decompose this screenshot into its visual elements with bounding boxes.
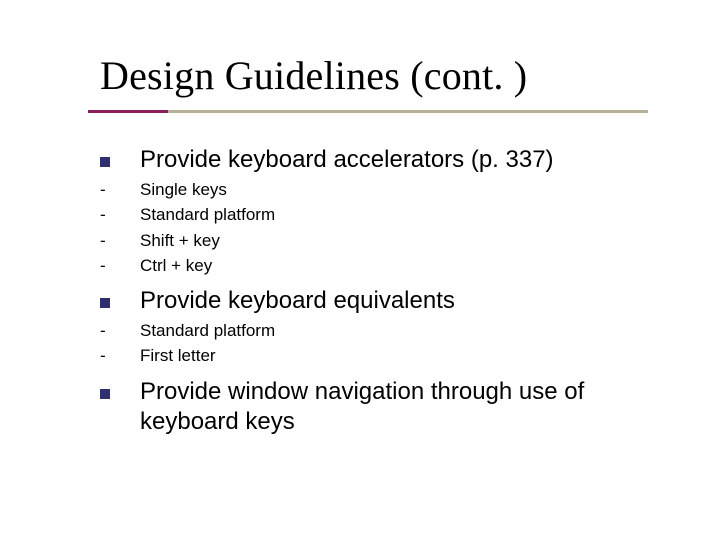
dash-bullet-icon: - <box>100 345 140 366</box>
square-bullet-icon <box>100 286 140 308</box>
list-item-text: First letter <box>140 345 216 366</box>
list-item-text: Shift + key <box>140 230 220 251</box>
list-item-text: Single keys <box>140 179 227 200</box>
list-item: - First letter <box>100 345 680 366</box>
list-item: - Standard platform <box>100 320 680 341</box>
list-item: - Single keys <box>100 179 680 200</box>
title-underline-beige <box>88 110 648 113</box>
list-item-text: Provide keyboard equivalents <box>140 286 455 316</box>
slide-body: Provide keyboard accelerators (p. 337) -… <box>100 145 720 437</box>
square-bullet-icon <box>100 145 140 167</box>
list-item: Provide keyboard equivalents <box>100 286 680 316</box>
title-block: Design Guidelines (cont. ) <box>100 55 660 107</box>
list-item: Provide window navigation through use of… <box>100 377 680 437</box>
dash-bullet-icon: - <box>100 179 140 200</box>
list-item-text: Standard platform <box>140 204 275 225</box>
dash-bullet-icon: - <box>100 230 140 251</box>
title-underline-accent <box>88 110 168 113</box>
dash-bullet-icon: - <box>100 255 140 276</box>
slide-title: Design Guidelines (cont. ) <box>100 55 660 97</box>
list-item: Provide keyboard accelerators (p. 337) <box>100 145 680 175</box>
list-item: - Shift + key <box>100 230 680 251</box>
slide: Design Guidelines (cont. ) Provide keybo… <box>0 0 720 540</box>
dash-bullet-icon: - <box>100 204 140 225</box>
list-item-text: Ctrl + key <box>140 255 212 276</box>
list-item: - Standard platform <box>100 204 680 225</box>
list-item-text: Standard platform <box>140 320 275 341</box>
list-item-text: Provide keyboard accelerators (p. 337) <box>140 145 554 175</box>
dash-bullet-icon: - <box>100 320 140 341</box>
square-bullet-icon <box>100 377 140 399</box>
list-item: - Ctrl + key <box>100 255 680 276</box>
list-item-text: Provide window navigation through use of… <box>140 377 680 437</box>
